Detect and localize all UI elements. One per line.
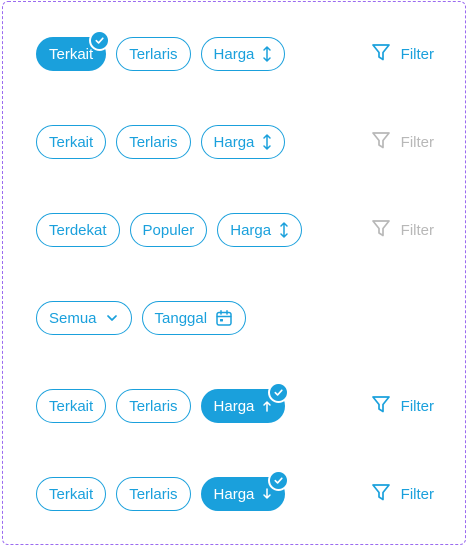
chip-label: Semua xyxy=(49,309,97,327)
chip-terlaris[interactable]: Terlaris xyxy=(116,125,191,159)
filter-button[interactable]: Filter xyxy=(371,42,434,66)
chip-label: Terkait xyxy=(49,133,94,151)
chip-label: Harga xyxy=(230,221,272,239)
chip-terkait[interactable]: Terkait xyxy=(36,389,107,423)
sort-both-icon xyxy=(262,133,272,151)
filter-funnel-icon xyxy=(371,394,391,418)
chip-semua-dropdown[interactable]: Semua xyxy=(36,301,132,335)
chip-terlaris[interactable]: Terlaris xyxy=(116,37,191,71)
filter-funnel-icon xyxy=(371,130,391,154)
chip-label: Terkait xyxy=(49,485,94,503)
chip-label: Harga xyxy=(213,397,255,415)
filter-label: Filter xyxy=(400,397,434,415)
filter-label: Filter xyxy=(400,133,434,151)
chip-label: Terlaris xyxy=(129,45,178,63)
chip-harga[interactable]: Harga xyxy=(200,37,286,71)
sort-both-icon xyxy=(262,45,272,63)
filter-button[interactable]: Filter xyxy=(371,394,434,418)
chip-label: Terlaris xyxy=(129,133,178,151)
check-badge-icon xyxy=(268,470,290,491)
chip-populer[interactable]: Populer xyxy=(129,213,208,247)
chip-harga-ascending[interactable]: Harga xyxy=(200,382,290,423)
chevron-down-icon xyxy=(105,311,119,325)
chip-terkait[interactable]: Terkait xyxy=(36,477,107,511)
arrow-down-icon xyxy=(262,487,272,501)
sort-row-5: Terkait Terlaris Harga Filter xyxy=(36,382,434,424)
chip-label: Harga xyxy=(213,485,255,503)
arrow-up-icon xyxy=(262,399,272,413)
sort-row-3: Terdekat Populer Harga Filter xyxy=(36,212,434,248)
sort-row-6: Terkait Terlaris Harga Filter xyxy=(36,470,434,512)
check-badge-icon xyxy=(268,382,290,403)
filter-label: Filter xyxy=(400,485,434,503)
chip-terlaris[interactable]: Terlaris xyxy=(116,477,191,511)
chip-label: Populer xyxy=(142,221,195,239)
chip-label: Terlaris xyxy=(129,485,178,503)
chip-terdekat[interactable]: Terdekat xyxy=(36,213,120,247)
sort-both-icon xyxy=(279,221,289,239)
component-frame xyxy=(2,1,466,545)
chip-terkait[interactable]: Terkait xyxy=(36,125,107,159)
chip-label: Harga xyxy=(213,133,255,151)
chip-label: Terkait xyxy=(49,397,94,415)
chip-harga[interactable]: Harga xyxy=(217,213,303,247)
check-badge-icon xyxy=(89,30,111,51)
calendar-icon xyxy=(215,309,233,327)
chip-label: Tanggal xyxy=(154,309,208,327)
chip-harga-descending[interactable]: Harga xyxy=(200,470,290,511)
chip-harga[interactable]: Harga xyxy=(200,125,286,159)
filter-button-disabled[interactable]: Filter xyxy=(371,218,434,242)
sort-row-4: Semua Tanggal xyxy=(36,300,434,336)
filter-funnel-icon xyxy=(371,482,391,506)
sort-row-1: Terkait Terlaris Harga Filter xyxy=(36,30,434,72)
chip-label: Terdekat xyxy=(49,221,107,239)
chip-terkait[interactable]: Terkait xyxy=(36,30,111,71)
sort-row-2: Terkait Terlaris Harga Filter xyxy=(36,124,434,160)
chip-label: Terkait xyxy=(49,45,94,63)
filter-button-disabled[interactable]: Filter xyxy=(371,130,434,154)
chip-label: Harga xyxy=(213,45,255,63)
filter-button[interactable]: Filter xyxy=(371,482,434,506)
filter-label: Filter xyxy=(400,45,434,63)
filter-label: Filter xyxy=(400,221,434,239)
chip-label: Terlaris xyxy=(129,397,178,415)
filter-funnel-icon xyxy=(371,42,391,66)
chip-tanggal[interactable]: Tanggal xyxy=(141,301,247,335)
chip-terlaris[interactable]: Terlaris xyxy=(116,389,191,423)
filter-funnel-icon xyxy=(371,218,391,242)
